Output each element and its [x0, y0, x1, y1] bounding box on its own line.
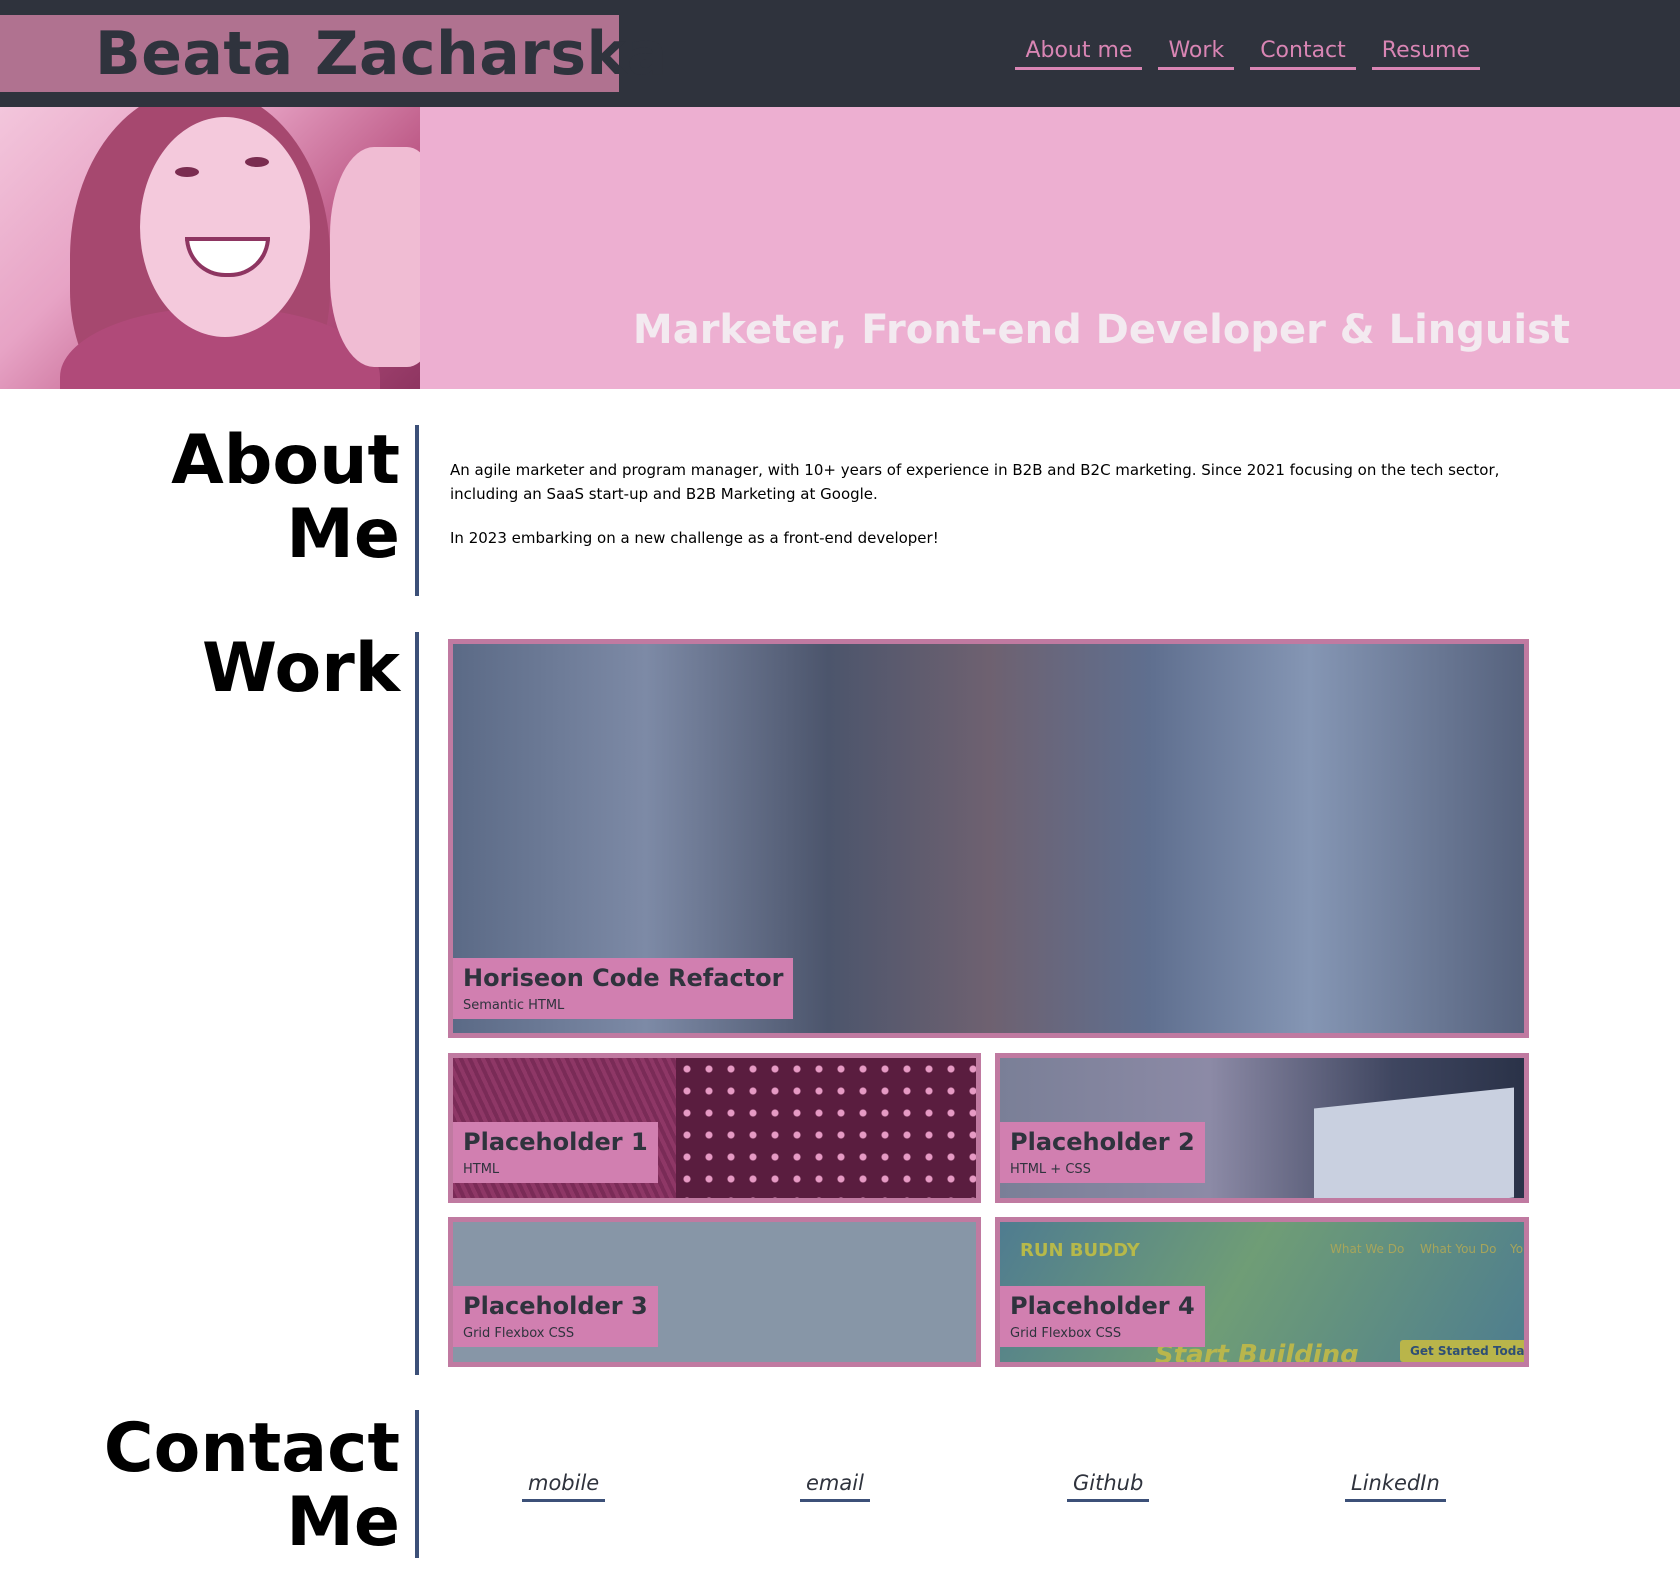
project-label: Placeholder 3 Grid Flexbox CSS [453, 1286, 658, 1347]
contact-heading: Contact Me [103, 1409, 400, 1562]
contact-link-linkedin[interactable]: LinkedIn [1345, 1471, 1446, 1502]
nav-contact[interactable]: Contact [1250, 38, 1356, 70]
project-subtitle: Grid Flexbox CSS [1010, 1326, 1122, 1341]
about-heading: About Me [171, 421, 400, 574]
project-subtitle: Semantic HTML [463, 998, 565, 1013]
project-title: Placeholder 4 [1010, 1292, 1195, 1320]
project-label: Placeholder 1 HTML [453, 1122, 658, 1183]
brand-banner: Beata Zacharska [0, 15, 667, 92]
main-nav: About me Work Contact Resume [1015, 38, 1480, 70]
work-divider [415, 632, 419, 1375]
project-label: Placeholder 2 HTML + CSS [1000, 1122, 1205, 1183]
project-card-placeholder-3[interactable]: Placeholder 3 Grid Flexbox CSS [448, 1217, 981, 1367]
project-label: Horiseon Code Refactor Semantic HTML [453, 958, 794, 1019]
contact-divider [415, 1410, 419, 1558]
project-subtitle: HTML [463, 1162, 500, 1177]
nav-work[interactable]: Work [1158, 38, 1235, 70]
project-title: Horiseon Code Refactor [463, 964, 784, 992]
about-divider [415, 425, 419, 596]
project-card-placeholder-4[interactable]: RUN BUDDY What We Do What You Do Yo Star… [995, 1217, 1529, 1367]
hero-banner: Marketer, Front-end Developer & Linguist [0, 107, 1680, 389]
project-card-horiseon[interactable]: Horiseon Code Refactor Semantic HTML [448, 639, 1529, 1038]
profile-portrait [0, 107, 420, 389]
contact-link-email[interactable]: email [800, 1471, 870, 1502]
about-paragraph: In 2023 embarking on a new challenge as … [450, 529, 939, 547]
contact-link-mobile[interactable]: mobile [522, 1471, 606, 1502]
project-title: Placeholder 1 [463, 1128, 648, 1156]
project-title: Placeholder 2 [1010, 1128, 1195, 1156]
project-subtitle: HTML + CSS [1010, 1162, 1091, 1177]
project-subtitle: Grid Flexbox CSS [463, 1326, 575, 1341]
project-card-placeholder-2[interactable]: Placeholder 2 HTML + CSS [995, 1053, 1529, 1203]
project-label: Placeholder 4 Grid Flexbox CSS [1000, 1286, 1205, 1347]
site-title[interactable]: Beata Zacharska [95, 19, 668, 89]
site-header: Beata Zacharska About me Work Contact Re… [0, 0, 1680, 107]
project-title: Placeholder 3 [463, 1292, 648, 1320]
nav-about[interactable]: About me [1015, 38, 1143, 70]
about-text: An agile marketer and program manager, w… [450, 458, 1530, 570]
runbuddy-logo: RUN BUDDY [1020, 1240, 1140, 1261]
nav-resume[interactable]: Resume [1371, 38, 1480, 70]
work-heading: Work [201, 629, 400, 708]
about-paragraph: An agile marketer and program manager, w… [450, 461, 1500, 503]
hero-tagline: Marketer, Front-end Developer & Linguist [632, 307, 1570, 353]
project-card-placeholder-1[interactable]: Placeholder 1 HTML [448, 1053, 981, 1203]
contact-link-github[interactable]: Github [1067, 1471, 1150, 1502]
